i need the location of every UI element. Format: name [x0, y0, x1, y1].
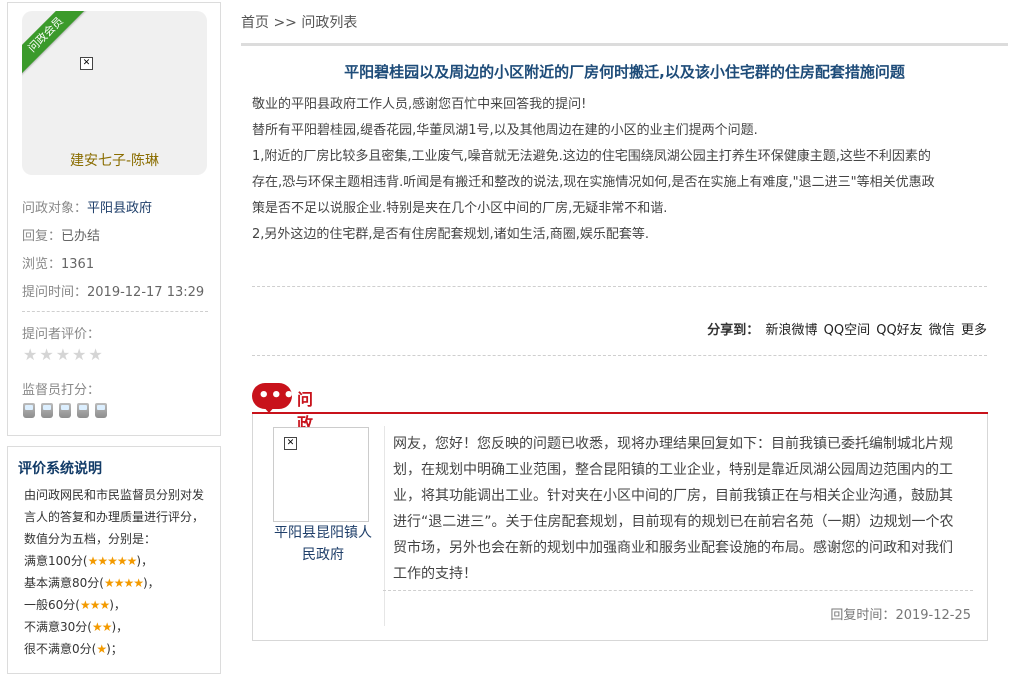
reply-box: ✕ 平阳县昆阳镇人 民政府 网友，您好！您反映的问题已收悉，现将办理结果回复如下… [252, 414, 988, 641]
rating-level: 不满意30分(★★)， [24, 618, 128, 635]
score-can-icon [41, 403, 53, 418]
star-icon: ★ [39, 345, 54, 364]
rating-level-end: )； [106, 642, 123, 656]
asktime-value: 2019-12-17 13:29 [87, 285, 205, 300]
rating-level-label: 基本满意80分( [24, 576, 104, 590]
replier-avatar: ✕ [273, 427, 369, 522]
breadcrumb-divider [241, 43, 1008, 46]
rating-level-end: )， [136, 554, 154, 568]
asktime-row: 提问时间：2019-12-17 13:29 [22, 281, 204, 300]
views-row: 浏览：1361 [22, 253, 94, 272]
reply-line: 贸市场，另外也会在新的规划中加强商业和服务业配套设施的布局。感谢您的问政和对我们 [393, 540, 953, 556]
replier-name-line: 平阳县昆阳镇人 [274, 525, 372, 541]
rating-help-text: 数值分为五档，分别是： [24, 532, 157, 546]
asker-rating-stars: ★ ★ ★ ★ ★ [23, 347, 105, 364]
reply-line: 划，在规划中明确工业范围，整合昆阳镇的工业企业，特别是靠近凤湖公园周边范围内的工 [393, 462, 953, 478]
asker-rating-label: 提问者评价： [22, 327, 101, 342]
dots-icon: ••• [258, 385, 296, 406]
reply-text: 网友，您好！您反映的问题已收悉，现将办理结果回复如下：目前我镇已委托编制城北片规… [393, 431, 979, 587]
replier-name-line: 民政府 [302, 547, 344, 563]
star-icon: ★ [55, 345, 71, 364]
star-icon: ★ [23, 345, 38, 364]
question-body: 敬业的平阳县政府工作人员,感谢您百忙中来回答我的提问! 替所有平阳碧桂园,缇香花… [252, 92, 987, 248]
share-weibo-link[interactable]: 新浪微博 [765, 323, 817, 338]
question-line: 存在,恐与环保主题相违背.听闻是有搬迁和整改的说法,现在实施情况如何,是否在实施… [252, 175, 935, 190]
rating-level: 很不满意0分(★)； [24, 640, 123, 657]
broken-image-icon: ✕ [80, 57, 93, 70]
reply-line: 业，将其功能调出工业。针对夹在小区中间的厂房，目前我镇正在与相关企业沟通，鼓励其 [393, 488, 953, 504]
supervisor-label: 监督员打分： [22, 383, 101, 398]
share-qq-link[interactable]: QQ好友 [876, 323, 922, 338]
rating-level: 一般60分(★★★)， [24, 596, 126, 613]
member-badge: 问政会员 [22, 11, 88, 77]
star-icon: ★ [96, 642, 107, 656]
star-icon: ★ [72, 345, 87, 364]
rating-help-title: 评价系统说明 [18, 461, 102, 477]
divider [252, 286, 987, 287]
breadcrumb[interactable]: 首页 >> 问政列表 [241, 12, 357, 32]
rating-level-end: )， [109, 598, 126, 612]
question-line: 2,另外这边的住宅群,是否有住房配套规划,诸如生活,商圈,娱乐配套等. [252, 227, 650, 242]
reply-line: 工作的支持！ [393, 566, 477, 582]
share-wechat-link[interactable]: 微信 [929, 323, 955, 338]
share-qzone-link[interactable]: QQ空间 [824, 323, 870, 338]
user-name[interactable]: 建安七子-陈琳 [22, 150, 207, 170]
rating-level-label: 不满意30分( [24, 620, 92, 634]
reply-line: 网友，您好！您反映的问题已收悉，现将办理结果回复如下：目前我镇已委托编制城北片规 [393, 436, 953, 452]
reply-time-label: 回复时间： [830, 608, 896, 623]
divider [383, 590, 973, 591]
star-icon: ★★★ [79, 598, 110, 612]
replier-name[interactable]: 平阳县昆阳镇人 民政府 [267, 522, 379, 566]
target-label: 问政对象： [22, 201, 88, 216]
question-line: 替所有平阳碧桂园,缇香花园,华董凤湖1号,以及其他周边在建的小区的业主们提两个问… [252, 123, 758, 138]
supervisor-score [23, 403, 113, 422]
reply-label: 回复： [22, 229, 62, 244]
reply-time-value: 2019-12-25 [895, 608, 971, 623]
chat-bubble-icon: ••• [252, 383, 295, 413]
star-icon: ★★★★ [103, 576, 144, 590]
views-count: 1361 [61, 257, 95, 272]
rating-help-text: 由问政网民和市民监督员分别对发 [24, 488, 205, 502]
rating-help-panel: 评价系统说明 由问政网民和市民监督员分别对发 言人的答复和办理质量进行评分， 数… [7, 446, 221, 674]
star-icon: ★★★★★ [87, 554, 138, 568]
score-can-icon [77, 403, 89, 418]
rating-level-end: )， [142, 576, 160, 590]
vertical-divider [384, 426, 385, 626]
rating-level-label: 一般60分( [24, 598, 80, 612]
score-can-icon [59, 403, 71, 418]
rating-level-label: 很不满意0分( [24, 642, 97, 656]
target-link[interactable]: 平阳县政府 [87, 201, 152, 216]
star-icon: ★ [88, 345, 103, 364]
rating-level-label: 满意100分( [24, 554, 88, 568]
score-can-icon [95, 403, 107, 418]
rating-level: 满意100分(★★★★★)， [24, 552, 153, 569]
views-label: 浏览： [22, 257, 62, 272]
question-title: 平阳碧桂园以及周边的小区附近的厂房何时搬迁,以及该小住宅群的住房配套措施问题 [344, 63, 905, 81]
reply-status: 已办结 [61, 229, 101, 244]
broken-image-icon: ✕ [284, 437, 297, 450]
rating-help-text: 言人的答复和办理质量进行评分， [24, 510, 205, 524]
rating-level-end: )， [111, 620, 129, 634]
share-bar: 分享到： 新浪微博 QQ空间 QQ好友 微信 更多 [707, 319, 987, 338]
share-more-link[interactable]: 更多 [961, 323, 987, 338]
user-card: 问政会员 ✕ 建安七子-陈琳 [22, 11, 207, 175]
asktime-label: 提问时间： [22, 285, 88, 300]
reply-row: 回复：已办结 [22, 225, 100, 244]
question-line: 敬业的平阳县政府工作人员,感谢您百忙中来回答我的提问! [252, 97, 587, 112]
rating-level: 基本满意80分(★★★★)， [24, 574, 160, 591]
divider [22, 311, 208, 312]
star-icon: ★★ [91, 620, 112, 634]
question-line: 策是否不足以说服企业.特别是夹在几个小区中间的厂房,无疑非常不和谐. [252, 201, 668, 216]
score-can-icon [23, 403, 35, 418]
divider [252, 355, 987, 356]
question-line: 1,附近的厂房比较多且密集,工业废气,噪音就无法避免.这边的住宅围绕凤湖公园主打… [252, 149, 931, 164]
reply-line: 进行“退二进三”。关于住房配套规划，目前现有的规划已在前宕名苑（一期）边规划一个… [393, 514, 954, 530]
share-label: 分享到： [707, 323, 760, 338]
target-row: 问政对象：平阳县政府 [22, 197, 152, 216]
profile-panel: 问政会员 ✕ 建安七子-陈琳 问政对象：平阳县政府 回复：已办结 浏览：1361… [7, 2, 221, 436]
reply-time: 回复时间：2019-12-25 [830, 604, 971, 623]
